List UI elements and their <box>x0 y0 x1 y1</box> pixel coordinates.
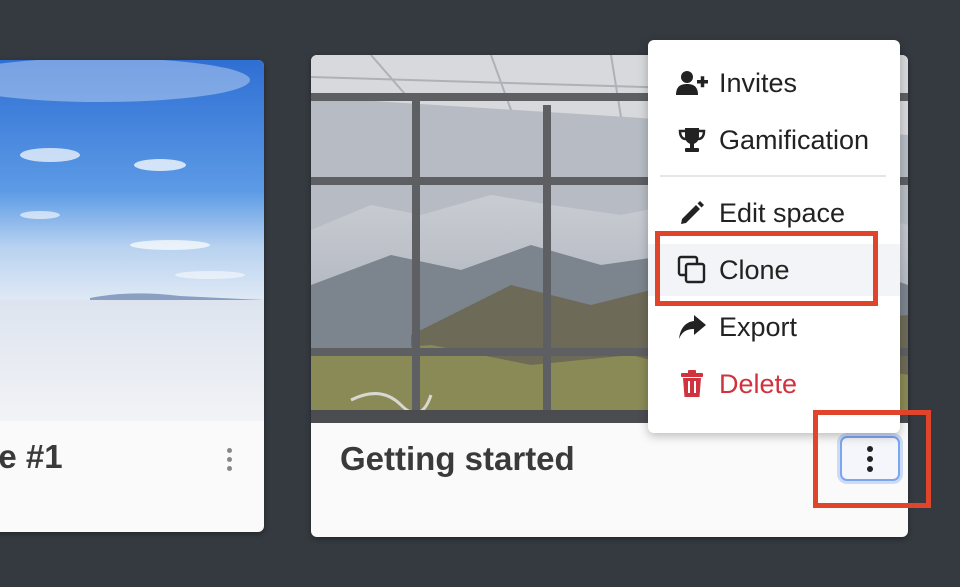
dot-icon <box>226 465 232 471</box>
menu-item-label: Invites <box>719 67 798 98</box>
dot-icon <box>226 447 232 453</box>
menu-item-label: Edit space <box>719 197 846 228</box>
dot-icon <box>867 455 873 462</box>
menu-item-label: Delete <box>719 368 798 399</box>
menu-item-export[interactable]: Export <box>648 301 900 353</box>
menu-item-delete[interactable]: Delete <box>648 358 900 410</box>
space-title: Getting started <box>340 440 575 477</box>
kebab-menu-button[interactable] <box>840 436 900 481</box>
menu-item-clone[interactable]: Clone <box>648 244 900 296</box>
share-icon <box>676 311 708 343</box>
user-plus-icon <box>676 67 708 99</box>
menu-item-gamification[interactable]: Gamification <box>648 114 900 166</box>
menu-item-label: Gamification <box>719 124 870 155</box>
menu-item-invites[interactable]: Invites <box>648 57 900 109</box>
trash-icon <box>676 368 708 400</box>
pencil-icon <box>676 197 708 229</box>
dot-icon <box>867 445 873 452</box>
clone-icon <box>676 254 708 286</box>
space-title: ce #1 <box>0 438 63 475</box>
menu-item-label: Clone <box>719 254 790 285</box>
menu-divider <box>660 175 886 177</box>
menu-item-label: Export <box>719 311 798 342</box>
dot-icon <box>867 465 873 472</box>
dot-icon <box>226 456 232 462</box>
menu-item-edit-space[interactable]: Edit space <box>648 187 900 239</box>
space-thumbnail-salt-flat[interactable] <box>0 60 264 421</box>
space-options-menu: Invites Gamification Edit space Clone Ex… <box>648 40 900 433</box>
salt-flat-image <box>0 60 264 421</box>
space-card-left[interactable]: ce #1 <box>0 60 264 532</box>
kebab-menu-button[interactable] <box>222 446 236 472</box>
trophy-icon <box>676 124 708 156</box>
